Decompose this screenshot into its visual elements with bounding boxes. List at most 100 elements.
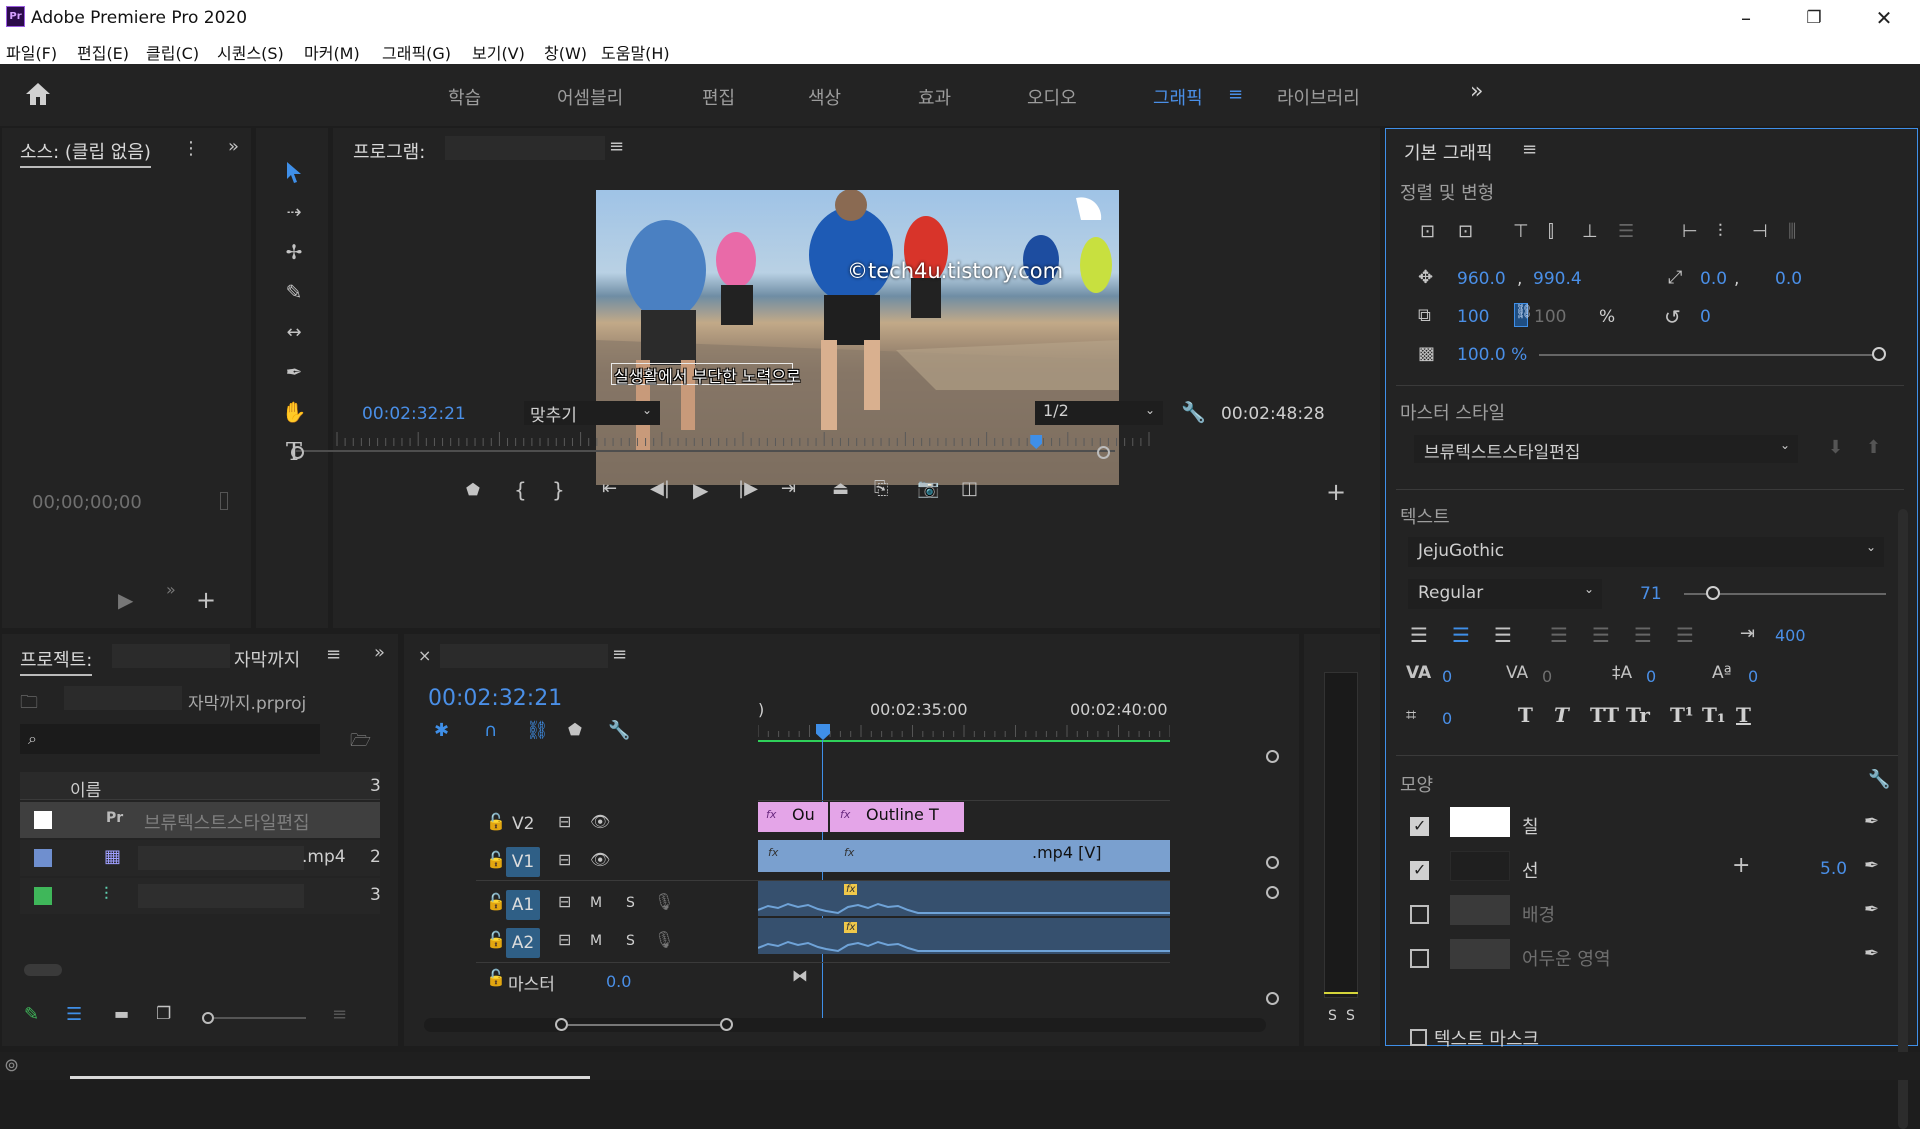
- project-item-name[interactable]: 브류텍스트스타일편집: [144, 809, 310, 835]
- lock-icon[interactable]: 🔓: [486, 892, 506, 911]
- opacity-value[interactable]: 100.0 %: [1457, 345, 1527, 365]
- ripple-edit-tool-icon[interactable]: ✢: [278, 236, 310, 268]
- workspace-tab-editing[interactable]: 편집: [702, 84, 735, 110]
- small-caps-button[interactable]: Tr: [1626, 703, 1650, 727]
- eyedropper-icon[interactable]: ✒: [1864, 943, 1886, 965]
- anchor-x[interactable]: 0.0: [1700, 269, 1727, 289]
- opacity-slider-handle[interactable]: [1872, 347, 1886, 361]
- align-text-left-icon[interactable]: ☰: [1410, 623, 1428, 647]
- eyedropper-icon[interactable]: ✒: [1864, 811, 1886, 833]
- distribute-vertical-icon[interactable]: ☰: [1618, 221, 1634, 242]
- menu-graphics[interactable]: 그래픽(G): [382, 40, 451, 64]
- font-size-value[interactable]: 71: [1640, 584, 1662, 604]
- lock-icon[interactable]: 🔓: [486, 850, 506, 869]
- comparison-view-icon[interactable]: ◫: [961, 478, 978, 499]
- lift-icon[interactable]: ⏏: [832, 478, 849, 499]
- extract-icon[interactable]: ⎘: [874, 478, 888, 499]
- align-top-icon[interactable]: ⊤: [1513, 221, 1529, 242]
- wrench-icon[interactable]: 🔧: [608, 720, 630, 741]
- menu-marker[interactable]: 마커(M): [304, 40, 360, 64]
- label-color-swatch[interactable]: [34, 887, 52, 905]
- panel-menu-icon[interactable]: ≡: [612, 644, 627, 665]
- position-y[interactable]: 990.4: [1533, 269, 1582, 289]
- scrub-track[interactable]: [295, 450, 1115, 452]
- lock-icon[interactable]: 🔓: [486, 812, 506, 831]
- zoom-handle-right[interactable]: [1097, 446, 1110, 459]
- sort-icon[interactable]: ≡: [332, 1004, 347, 1025]
- align-horizontal-center-icon[interactable]: ⫶: [1718, 221, 1723, 242]
- program-title[interactable]: 프로그램:: [353, 138, 425, 164]
- column-more-header[interactable]: 3: [370, 776, 381, 796]
- align-to-selection-icon[interactable]: ⊡: [1458, 221, 1473, 242]
- graphic-clip[interactable]: fx Ou: [758, 802, 828, 832]
- track-height-handle[interactable]: [1266, 992, 1279, 1005]
- timeline-zoom-bar[interactable]: [424, 1018, 1266, 1032]
- restore-button[interactable]: ❐: [1784, 0, 1844, 36]
- workspace-tab-assembly[interactable]: 어셈블리: [557, 84, 623, 110]
- timeline-timecode[interactable]: 00:02:32:21: [428, 686, 562, 711]
- project-row[interactable]: Pr 브류텍스트스타일편집: [20, 802, 380, 838]
- align-to-video-frame-icon[interactable]: ⊡: [1420, 221, 1435, 242]
- time-ruler[interactable]: [297, 428, 1409, 448]
- distribute-horizontal-icon[interactable]: ⫼: [1788, 221, 1796, 242]
- track-label-a1[interactable]: A1: [506, 890, 540, 920]
- shadow-color-swatch[interactable]: [1450, 939, 1510, 969]
- zoom-handle-left[interactable]: [555, 1018, 568, 1031]
- scale-lock-icon[interactable]: ⛓: [1514, 303, 1533, 327]
- align-right-icon[interactable]: ⊣: [1752, 221, 1768, 242]
- track-height-handle[interactable]: [1266, 750, 1279, 763]
- label-color-swatch[interactable]: [34, 849, 52, 867]
- zoom-slider-handle[interactable]: [202, 1012, 214, 1024]
- stroke-width-value[interactable]: 5.0: [1820, 859, 1847, 879]
- master-volume-value[interactable]: 0.0: [606, 972, 631, 991]
- text-mask-checkbox[interactable]: [1410, 1029, 1427, 1046]
- scale-value[interactable]: 100: [1457, 307, 1489, 327]
- opacity-slider-track[interactable]: [1539, 354, 1881, 356]
- audio-clip-a1[interactable]: fx: [758, 880, 1170, 916]
- project-title-suffix[interactable]: 자막까지: [234, 646, 300, 672]
- eye-icon[interactable]: 👁: [590, 850, 610, 869]
- eyedropper-icon[interactable]: ✒: [1864, 855, 1886, 877]
- mute-button[interactable]: M: [590, 933, 602, 949]
- solo-button[interactable]: S: [626, 933, 635, 949]
- stroke-checkbox[interactable]: [1410, 860, 1429, 880]
- track-select-tool-icon[interactable]: ⇢: [278, 196, 310, 228]
- background-checkbox[interactable]: [1410, 905, 1429, 924]
- fit-dropdown[interactable]: 맞추기 ⌄: [524, 401, 660, 426]
- sequence-name-field[interactable]: [445, 136, 605, 160]
- faux-italic-button[interactable]: T: [1554, 703, 1569, 727]
- sync-lock-icon[interactable]: ⊟: [558, 892, 571, 911]
- shadow-checkbox[interactable]: [1410, 949, 1429, 968]
- eye-icon[interactable]: 👁: [590, 812, 610, 831]
- minimize-button[interactable]: –: [1716, 0, 1776, 36]
- menu-sequence[interactable]: 시퀀스(S): [217, 40, 284, 64]
- timeline-playhead-marker[interactable]: [816, 724, 830, 740]
- add-marker-icon[interactable]: ⬟: [466, 480, 480, 499]
- align-text-center-icon[interactable]: ☰: [1452, 623, 1470, 647]
- lock-icon[interactable]: 🔓: [486, 968, 506, 987]
- kerning-value[interactable]: 0: [1442, 667, 1452, 686]
- writable-pencil-icon[interactable]: ✎: [24, 1004, 39, 1025]
- tab-width-value[interactable]: 400: [1775, 626, 1806, 645]
- work-area-bar[interactable]: [758, 740, 1170, 742]
- go-to-out-icon[interactable]: ⇥: [781, 478, 796, 499]
- mark-out-icon[interactable]: }: [552, 478, 565, 502]
- video-clip[interactable]: fx fx .mp4 [V]: [758, 840, 1170, 872]
- source-panel-title[interactable]: 소스: (클립 없음): [20, 138, 151, 168]
- pen-tool-icon[interactable]: ✒: [278, 356, 310, 388]
- close-button[interactable]: ✕: [1854, 0, 1914, 36]
- play-icon[interactable]: ▶: [693, 478, 708, 502]
- track-label-v1[interactable]: V1: [506, 847, 540, 877]
- panel-menu-icon[interactable]: ≡: [1522, 139, 1537, 160]
- position-x[interactable]: 960.0: [1457, 269, 1506, 289]
- hand-tool-icon[interactable]: ✋: [278, 396, 310, 428]
- project-panel-title[interactable]: 프로젝트:: [20, 646, 93, 676]
- audio-clip-a2[interactable]: fx: [758, 918, 1170, 954]
- underline-button[interactable]: T: [1736, 703, 1751, 727]
- snap-magnet-icon[interactable]: ∩: [484, 720, 497, 741]
- add-stroke-icon[interactable]: +: [1732, 853, 1750, 878]
- zoom-slider-track[interactable]: [214, 1017, 306, 1019]
- mark-in-icon[interactable]: {: [514, 478, 527, 502]
- fill-color-swatch[interactable]: [1450, 807, 1510, 837]
- caption-text[interactable]: 실생활에서 부단한 노력으로: [614, 363, 801, 387]
